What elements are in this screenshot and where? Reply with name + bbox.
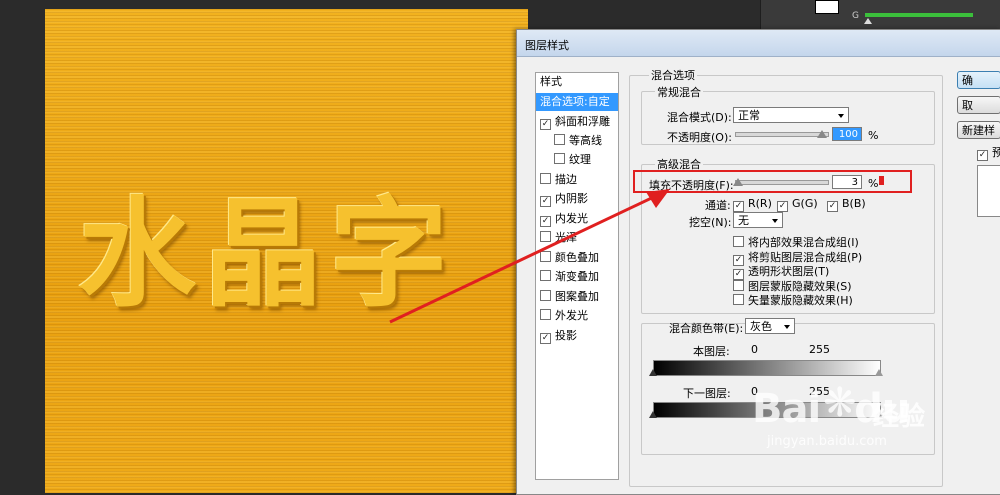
check-icon: ✓ — [827, 201, 838, 212]
knockout-label: 挖空(N): — [689, 216, 732, 229]
checkbox-texture[interactable] — [554, 153, 565, 164]
check-icon: ✓ — [733, 201, 744, 212]
this-layer-max: 255 — [809, 343, 830, 356]
check-icon: ✓ — [977, 150, 988, 161]
checkbox-bevel-emboss[interactable]: ✓ — [540, 119, 551, 130]
watermark-cn: 经验 — [873, 402, 926, 432]
this-layer-label: 本图层: — [693, 345, 730, 358]
chevron-down-icon — [838, 114, 844, 118]
option-vector-mask-hides[interactable]: 矢量蒙版隐藏效果(H) — [733, 292, 853, 308]
channel-g-slider[interactable] — [865, 13, 973, 17]
watermark-url: jingyan.baidu.com — [767, 434, 887, 449]
check-icon: ✓ — [777, 201, 788, 212]
channel-g-label: G — [852, 11, 859, 21]
style-item-blend-options[interactable]: 混合选项:自定 — [536, 93, 618, 111]
dialog-title: 图层样式 — [525, 39, 569, 52]
style-list-header: 样式 — [540, 75, 562, 88]
cancel-button[interactable]: 取 — [957, 96, 1000, 114]
dialog-titlebar[interactable]: 图层样式 — [517, 30, 1000, 57]
ok-button[interactable]: 确 — [957, 71, 1000, 89]
checkbox-drop-shadow[interactable]: ✓ — [540, 333, 551, 344]
chevron-down-icon — [772, 219, 778, 223]
opacity-slider-thumb-icon[interactable] — [817, 130, 827, 138]
foreground-swatch[interactable] — [815, 0, 839, 14]
checkbox-icon — [733, 280, 744, 291]
channel-g-checkbox[interactable]: ✓ G(G) — [777, 197, 818, 212]
style-item-contour[interactable]: 等高线 — [554, 132, 602, 150]
chevron-down-icon — [784, 325, 790, 329]
checkbox-icon — [733, 236, 744, 247]
paw-logo-icon: ❋ — [823, 380, 857, 426]
knockout-select[interactable]: 无 — [733, 212, 783, 228]
checkbox-icon — [733, 294, 744, 305]
blend-if-label: 混合颜色带(E): — [669, 322, 744, 335]
channel-r-checkbox[interactable]: ✓ R(R) — [733, 197, 772, 212]
general-blending-title: 常规混合 — [655, 84, 703, 100]
blend-if-select[interactable]: 灰色 — [745, 318, 795, 334]
this-layer-black-handle-icon[interactable] — [649, 369, 657, 376]
channels-label: 通道: — [705, 199, 731, 212]
this-layer-white-handle-icon[interactable] — [875, 369, 883, 376]
annotation-arrow-icon — [389, 189, 670, 324]
option-blend-interior-effects[interactable]: 将内部效果混合成组(I) — [733, 234, 859, 250]
opacity-slider[interactable] — [735, 132, 829, 137]
new-style-button[interactable]: 新建样 — [957, 121, 1000, 139]
preview-checkbox[interactable]: ✓ 预 — [977, 144, 1000, 161]
opacity-label: 不透明度(O): — [667, 131, 732, 144]
style-preview-swatch — [977, 165, 1000, 217]
style-item-bevel-emboss[interactable]: ✓ 斜面和浮雕 — [540, 113, 610, 131]
channel-b-checkbox[interactable]: ✓ B(B) — [827, 197, 866, 212]
this-layer-gradient[interactable] — [653, 360, 881, 376]
underlying-layer-black-handle-icon[interactable] — [649, 411, 657, 418]
blend-options-title: 混合选项 — [649, 67, 697, 83]
blend-mode-select[interactable]: 正常 — [733, 107, 849, 123]
style-item-texture[interactable]: 纹理 — [554, 151, 591, 169]
opacity-percent: % — [868, 129, 879, 142]
this-layer-min: 0 — [751, 343, 758, 356]
opacity-input[interactable]: 100 — [832, 127, 862, 141]
checkbox-contour[interactable] — [554, 134, 565, 145]
channel-g-handle-icon[interactable] — [864, 18, 872, 24]
blend-mode-label: 混合模式(D): — [667, 111, 732, 124]
underlying-layer-label: 下一图层: — [683, 387, 731, 400]
